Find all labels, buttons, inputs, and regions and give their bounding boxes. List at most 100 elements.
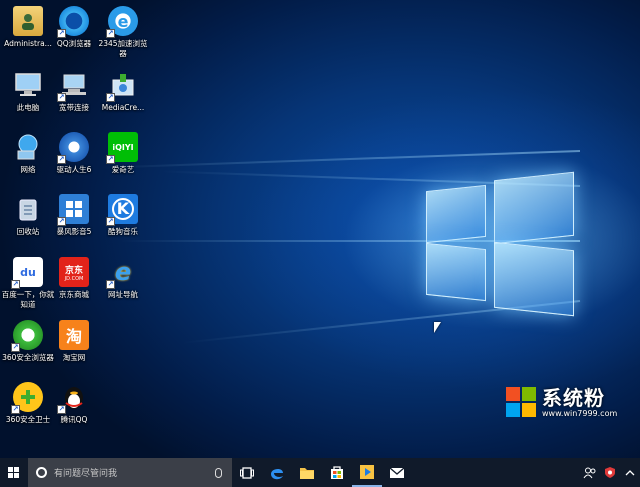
iqiyi-logo-text: iQIYI — [112, 142, 134, 152]
media-creation-icon: ↗ — [106, 70, 138, 102]
360-guard-icon: ↗ — [11, 382, 43, 414]
desktop-icon-qq[interactable]: ↗ 腾讯QQ — [46, 378, 102, 440]
desktop-icon-label: QQ浏览器 — [56, 39, 92, 48]
people-icon — [583, 467, 596, 478]
security-shield-icon — [605, 467, 615, 478]
jd-logo-text: 京东 — [64, 265, 83, 276]
desktop-icon-taobao[interactable]: 淘 淘宝网 — [46, 316, 102, 378]
desktop-icon-label: 驱动人生6 — [56, 165, 92, 174]
desktop-icon-label: MediaCre... — [101, 103, 145, 112]
cortana-icon — [36, 467, 47, 478]
desktop-icon-label: 网址导航 — [108, 290, 138, 299]
desktop-icon-label: 淘宝网 — [62, 353, 86, 362]
task-view-icon — [240, 466, 254, 479]
user-folder-icon — [13, 6, 43, 36]
media-player-icon — [360, 464, 374, 479]
baidu-logo-text: du — [20, 265, 36, 279]
mail-icon — [389, 467, 405, 478]
media-player-button[interactable] — [352, 458, 382, 487]
ie-icon: e ↗ — [106, 257, 138, 289]
watermark-logo-icon — [506, 387, 536, 417]
wallpaper-pane — [494, 241, 574, 317]
desktop-icon-broadband[interactable]: ↗ 宽带连接 — [46, 66, 102, 128]
wallpaper-pane — [426, 242, 486, 302]
kugou-icon: K ↗ — [106, 194, 138, 226]
wallpaper-beam — [100, 150, 581, 169]
desktop-icon-label: 腾讯QQ — [60, 415, 88, 424]
edge-icon — [271, 468, 283, 479]
qq-penguin-icon: ↗ — [57, 382, 89, 414]
desktop-icon-iqiyi[interactable]: iQIYI ↗ 爱奇艺 — [95, 128, 151, 190]
network-icon — [13, 132, 43, 162]
qq-browser-icon: ↗ — [57, 6, 89, 38]
shortcut-arrow-icon: ↗ — [57, 155, 66, 164]
desktop-icon-label: 2345加速浏览器 — [98, 39, 148, 58]
store-icon — [331, 466, 343, 479]
start-button[interactable] — [0, 458, 28, 487]
system-tray — [580, 458, 640, 487]
edge-button[interactable] — [262, 458, 292, 487]
recycle-bin-icon — [13, 194, 43, 224]
desktop: Administra... 此电脑 网络 回收站 du ↗ 百度一下，你就知道 … — [0, 0, 640, 458]
360-browser-icon: ↗ — [11, 320, 43, 352]
desktop-icon-label: 暴风影音5 — [56, 227, 92, 236]
task-view-button[interactable] — [232, 458, 262, 487]
mouse-cursor-icon — [434, 322, 441, 333]
search-placeholder: 有问题尽管问我 — [54, 469, 118, 479]
desktop-icon-ie[interactable]: e ↗ 网址导航 — [95, 253, 151, 315]
shortcut-arrow-icon: ↗ — [106, 217, 115, 226]
desktop-icon-mediacreation[interactable]: ↗ MediaCre... — [95, 66, 151, 128]
shortcut-arrow-icon: ↗ — [11, 343, 20, 352]
microphone-icon[interactable] — [215, 467, 222, 478]
2345-logo-text: e — [117, 11, 129, 31]
shortcut-arrow-icon: ↗ — [106, 29, 115, 38]
iqiyi-icon: iQIYI ↗ — [106, 132, 138, 164]
ie-logo-text: e — [114, 258, 132, 286]
store-button[interactable] — [322, 458, 352, 487]
driver-gear-icon: ↗ — [57, 132, 89, 164]
shortcut-arrow-icon: ↗ — [11, 405, 20, 414]
chevron-up-icon — [625, 469, 635, 475]
shortcut-arrow-icon: ↗ — [106, 280, 115, 289]
desktop-icon-qq-browser[interactable]: ↗ QQ浏览器 — [46, 2, 102, 64]
desktop-icon-baofeng[interactable]: ↗ 暴风影音5 — [46, 190, 102, 252]
shortcut-arrow-icon: ↗ — [57, 93, 66, 102]
watermark-text: 系统粉 — [542, 385, 605, 410]
watermark: 系统粉 www.win7999.com — [506, 378, 636, 426]
computer-icon — [13, 70, 43, 100]
windows-logo-icon — [8, 466, 20, 479]
file-explorer-button[interactable] — [292, 458, 322, 487]
desktop-icon-label: 宽带连接 — [59, 103, 89, 112]
desktop-icon-jd[interactable]: 京东 JD.COM 京东商城 — [46, 253, 102, 315]
shortcut-arrow-icon: ↗ — [57, 29, 66, 38]
desktop-icon-label: 爱奇艺 — [111, 165, 135, 174]
watermark-url: www.win7999.com — [542, 408, 618, 418]
shortcut-arrow-icon: ↗ — [106, 93, 115, 102]
2345-browser-icon: e ↗ — [106, 6, 138, 38]
network-connection-icon: ↗ — [57, 70, 89, 102]
desktop-icon-driver[interactable]: ↗ 驱动人生6 — [46, 128, 102, 190]
jd-logo-subtext: JD.COM — [64, 275, 84, 282]
baofeng-icon: ↗ — [57, 194, 89, 226]
show-hidden-icons-button[interactable] — [623, 458, 637, 487]
wallpaper-pane — [494, 171, 574, 245]
desktop-icon-label: 京东商城 — [59, 290, 89, 299]
cortana-search-box[interactable]: 有问题尽管问我 — [28, 458, 232, 487]
baidu-icon: du ↗ — [11, 257, 43, 289]
desktop-icon-kugou[interactable]: K ↗ 酷狗音乐 — [95, 190, 151, 252]
shortcut-arrow-icon: ↗ — [11, 280, 20, 289]
desktop-icon-2345[interactable]: e ↗ 2345加速浏览器 — [95, 2, 151, 64]
taskbar: 有问题尽管问我 — [0, 458, 640, 487]
mail-button[interactable] — [382, 458, 412, 487]
desktop-icon-label: 酷狗音乐 — [108, 227, 138, 236]
shortcut-arrow-icon: ↗ — [57, 217, 66, 226]
taobao-icon: 淘 — [59, 320, 89, 350]
file-explorer-icon — [300, 467, 314, 479]
security-button[interactable] — [603, 458, 617, 487]
wallpaper-pane — [426, 184, 486, 244]
shortcut-arrow-icon: ↗ — [57, 405, 66, 414]
taobao-logo-text: 淘 — [65, 327, 82, 346]
shortcut-arrow-icon: ↗ — [106, 155, 115, 164]
people-button[interactable] — [583, 458, 597, 487]
kugou-logo-text: K — [112, 198, 134, 220]
